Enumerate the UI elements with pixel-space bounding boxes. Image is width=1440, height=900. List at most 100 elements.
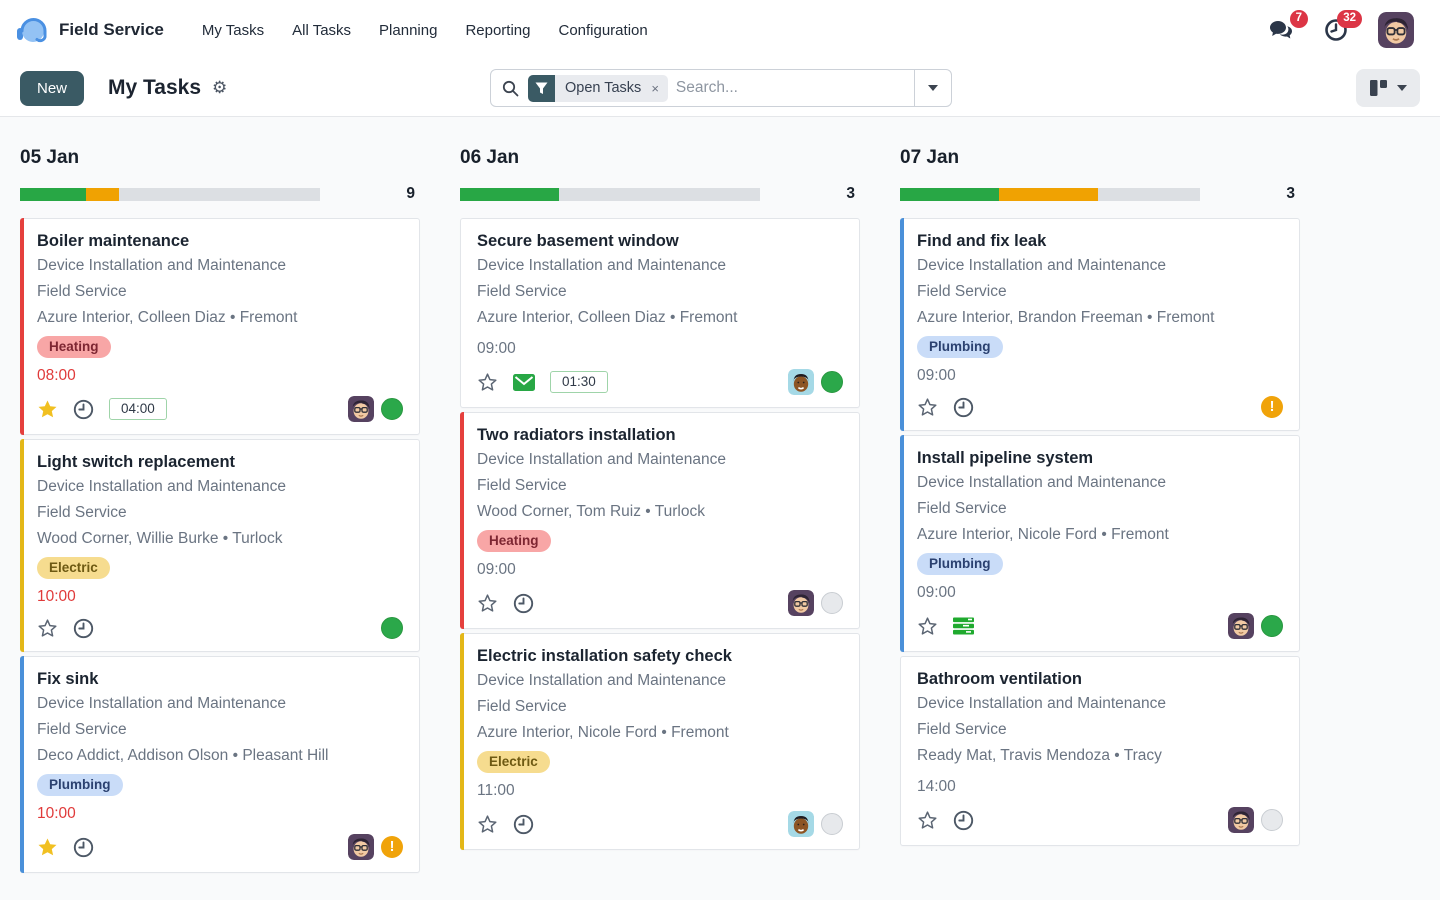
timer-value[interactable]: 01:30 xyxy=(550,371,608,393)
priority-star-icon[interactable] xyxy=(37,837,58,857)
kanban-status-dot[interactable] xyxy=(381,617,403,639)
card-tag: Heating xyxy=(37,336,111,358)
nav-item-planning[interactable]: Planning xyxy=(365,14,451,47)
task-card[interactable]: Fix sink Device Installation and Mainten… xyxy=(20,656,420,873)
search-dropdown-toggle[interactable] xyxy=(914,70,951,106)
kanban-status-dot[interactable] xyxy=(381,398,403,420)
card-title: Secure basement window xyxy=(477,232,679,250)
priority-star-icon[interactable] xyxy=(917,397,938,417)
task-card[interactable]: Two radiators installation Device Instal… xyxy=(460,412,860,629)
card-color-stripe xyxy=(20,656,24,873)
kanban-status-dot[interactable] xyxy=(381,836,403,858)
card-customer: Wood Corner, Tom Ruiz • Turlock xyxy=(477,503,705,520)
new-button[interactable]: New xyxy=(20,70,85,106)
filter-facet-remove[interactable]: × xyxy=(650,81,668,96)
clock-icon[interactable] xyxy=(73,837,94,858)
gear-icon[interactable]: ⚙ xyxy=(212,78,227,98)
card-color-stripe xyxy=(460,412,464,629)
priority-star-icon[interactable] xyxy=(37,399,58,419)
activities-button[interactable]: 32 xyxy=(1324,10,1362,42)
task-card[interactable]: Electric installation safety check Devic… xyxy=(460,633,860,850)
nav-item-configuration[interactable]: Configuration xyxy=(544,14,661,47)
card-title: Fix sink xyxy=(37,670,99,688)
clock-icon[interactable] xyxy=(513,593,534,614)
view-switcher-button[interactable] xyxy=(1356,69,1420,107)
card-tag: Heating xyxy=(477,530,551,552)
card-tag-row: Heating xyxy=(37,336,403,358)
progress-success-segment[interactable] xyxy=(900,187,999,201)
assignee-avatar[interactable] xyxy=(1228,807,1254,833)
task-card[interactable]: Light switch replacement Device Installa… xyxy=(20,439,420,652)
priority-star-icon[interactable] xyxy=(477,814,498,834)
priority-star-icon[interactable] xyxy=(37,618,58,638)
card-subproject: Field Service xyxy=(477,698,567,715)
app-menu[interactable]: Field Service xyxy=(14,12,164,48)
task-card[interactable]: Find and fix leak Device Installation an… xyxy=(900,218,1300,431)
kanban-status-dot[interactable] xyxy=(1261,396,1283,418)
task-card[interactable]: Boiler maintenance Device Installation a… xyxy=(20,218,420,435)
assignee-avatar[interactable] xyxy=(788,369,814,395)
chevron-down-icon xyxy=(1397,85,1407,91)
nav-item-my-tasks[interactable]: My Tasks xyxy=(188,14,278,47)
progress-warning-segment[interactable] xyxy=(86,187,119,201)
card-project: Device Installation and Maintenance xyxy=(917,257,1167,274)
clock-icon[interactable] xyxy=(953,397,974,418)
timer-value[interactable]: 04:00 xyxy=(109,398,167,420)
kanban-status-dot[interactable] xyxy=(821,592,843,614)
column-progressbar[interactable] xyxy=(900,187,1200,201)
clock-icon[interactable] xyxy=(953,810,974,831)
priority-star-icon[interactable] xyxy=(477,593,498,613)
card-time: 09:00 xyxy=(917,367,956,384)
search-input[interactable] xyxy=(667,79,914,97)
card-project: Device Installation and Maintenance xyxy=(37,695,287,712)
clock-icon[interactable] xyxy=(73,618,94,639)
progress-success-segment[interactable] xyxy=(20,187,86,201)
kanban-column: 06 Jan 3 Secure basement window Device I… xyxy=(460,147,860,900)
clock-icon[interactable] xyxy=(513,814,534,835)
kanban-status-dot[interactable] xyxy=(1261,809,1283,831)
card-footer xyxy=(917,396,1283,418)
messages-button[interactable]: 7 xyxy=(1268,10,1308,42)
assignee-avatar[interactable] xyxy=(348,396,374,422)
column-count: 3 xyxy=(846,185,855,202)
clock-icon[interactable] xyxy=(73,399,94,420)
card-subproject: Field Service xyxy=(477,283,567,300)
card-project: Device Installation and Maintenance xyxy=(917,695,1167,712)
subtasks-icon[interactable] xyxy=(953,617,974,635)
activities-badge: 32 xyxy=(1337,10,1362,28)
priority-star-icon[interactable] xyxy=(917,810,938,830)
nav-item-reporting[interactable]: Reporting xyxy=(451,14,544,47)
search-bar: Open Tasks × xyxy=(490,69,952,107)
column-progressbar[interactable] xyxy=(460,187,760,201)
kanban-status-dot[interactable] xyxy=(821,813,843,835)
assignee-avatar[interactable] xyxy=(348,834,374,860)
column-cards: Secure basement window Device Installati… xyxy=(460,218,860,850)
progress-success-segment[interactable] xyxy=(460,187,559,201)
task-card[interactable]: Bathroom ventilation Device Installation… xyxy=(900,656,1300,846)
assignee-avatar[interactable] xyxy=(788,811,814,837)
kanban-status-dot[interactable] xyxy=(1261,615,1283,637)
column-date[interactable]: 07 Jan xyxy=(900,147,1300,169)
card-time: 09:00 xyxy=(477,340,516,357)
progress-warning-segment[interactable] xyxy=(999,187,1098,201)
assignee-avatar[interactable] xyxy=(788,590,814,616)
column-date[interactable]: 06 Jan xyxy=(460,147,860,169)
column-cards: Boiler maintenance Device Installation a… xyxy=(20,218,420,873)
column-progressbar[interactable] xyxy=(20,187,320,201)
kanban-status-dot[interactable] xyxy=(821,371,843,393)
filter-facet-label: Open Tasks xyxy=(565,80,642,96)
nav-item-all-tasks[interactable]: All Tasks xyxy=(278,14,365,47)
envelope-icon[interactable] xyxy=(513,373,535,391)
task-card[interactable]: Install pipeline system Device Installat… xyxy=(900,435,1300,652)
task-card[interactable]: Secure basement window Device Installati… xyxy=(460,218,860,408)
card-tag-row: Plumbing xyxy=(917,336,1283,358)
column-progress-row: 9 xyxy=(20,185,420,203)
priority-star-icon[interactable] xyxy=(477,372,498,392)
priority-star-icon[interactable] xyxy=(917,616,938,636)
card-project: Device Installation and Maintenance xyxy=(477,257,727,274)
card-tag: Plumbing xyxy=(917,336,1003,358)
card-footer xyxy=(477,590,843,616)
column-date[interactable]: 05 Jan xyxy=(20,147,420,169)
assignee-avatar[interactable] xyxy=(1228,613,1254,639)
user-avatar[interactable] xyxy=(1378,12,1414,48)
